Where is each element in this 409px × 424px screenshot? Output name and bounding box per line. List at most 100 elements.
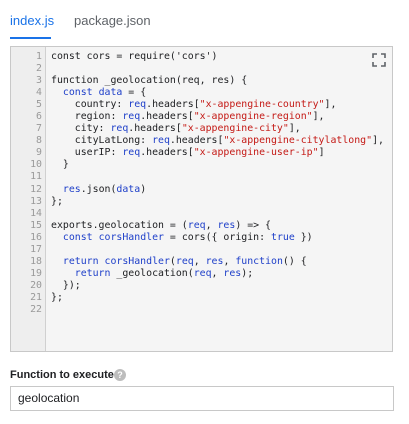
code-token: req (175, 255, 194, 267)
code-token: country: (51, 99, 129, 111)
line-number: 3 (36, 75, 42, 87)
code-token: }; (51, 291, 63, 303)
code-token: = cors({ origin: (163, 231, 271, 243)
line-number: 9 (36, 147, 42, 159)
code-token: res (223, 267, 242, 279)
code-content[interactable]: 1 const cors = require('cors') 2 3 function … (11, 51, 392, 316)
line-number: 6 (36, 111, 42, 123)
code-token: const cors = require('cors') (51, 51, 218, 62)
code-token: .headers[ (140, 111, 194, 123)
code-token: return (62, 255, 99, 267)
code-token: exports.geolocation = ( (51, 219, 188, 231)
code-line: 18 return corsHandler(req, res, function… (11, 256, 392, 268)
code-line: 4 const data = { (11, 87, 392, 99)
line-number: 8 (36, 135, 42, 147)
code-token: req (122, 147, 141, 159)
code-token: _geolocation( (110, 267, 194, 279)
code-token: ], (324, 99, 337, 111)
code-line: 6 region: req.headers["x-appengine-regio… (11, 111, 392, 123)
function-to-execute-input[interactable]: geolocation (10, 386, 394, 411)
code-line: 22 (11, 304, 392, 316)
code-token: corsHandler (98, 231, 164, 243)
code-text: const data = { (51, 87, 146, 99)
code-token: , (211, 267, 224, 279)
tab-index-js[interactable]: index.js (10, 13, 54, 28)
code-token: corsHandler (104, 255, 170, 267)
code-token: ], (312, 111, 325, 123)
code-token: "x-appengine-user-ip" (193, 147, 319, 159)
code-token: "x-appengine-city" (181, 123, 289, 135)
code-line: 12 res.json(data) (11, 184, 392, 196)
code-token: const (62, 87, 93, 99)
code-token: city: (51, 123, 111, 135)
active-tab-indicator (10, 37, 51, 39)
line-number: 17 (30, 243, 42, 255)
code-token: ], (288, 123, 301, 135)
line-number: 2 (36, 63, 42, 75)
code-token: "x-appengine-country" (199, 99, 325, 111)
line-number: 16 (30, 231, 42, 243)
code-text: res.json(data) (51, 184, 146, 196)
code-token: .headers[ (169, 135, 224, 147)
line-number: 14 (30, 207, 42, 219)
code-token: } (51, 159, 69, 171)
help-icon[interactable]: ? (114, 369, 126, 381)
code-line: 1 const cors = require('cors') (11, 51, 392, 63)
line-number: 12 (30, 183, 42, 195)
line-number: 18 (30, 255, 42, 267)
code-token: , (223, 255, 236, 267)
code-line: 14 (11, 208, 392, 220)
code-token: ) (140, 183, 147, 195)
code-text: const corsHandler = cors({ origin: true … (51, 232, 313, 244)
line-number: 1 (36, 51, 42, 62)
code-token: cityLatLong: (51, 135, 153, 147)
code-token: res (205, 255, 224, 267)
code-text: }; (51, 196, 63, 208)
code-text: userIP: req.headers["x-appengine-user-ip… (51, 147, 325, 159)
code-line: 3 function _geolocation(req, res) { (11, 75, 392, 87)
line-number: 19 (30, 267, 42, 279)
code-token: region: (51, 111, 123, 123)
fullscreen-icon[interactable] (372, 53, 386, 67)
code-token: true (271, 231, 295, 243)
line-number: 5 (36, 99, 42, 111)
code-token: return (74, 267, 111, 279)
code-token: ], (372, 135, 384, 147)
code-token: .headers[ (146, 99, 200, 111)
code-line: 19 return _geolocation(req, res); (11, 268, 392, 280)
code-text: return _geolocation(req, res); (51, 268, 253, 280)
code-line: 2 (11, 63, 392, 75)
code-text: return corsHandler(req, res, function() … (51, 256, 307, 268)
line-number: 11 (30, 171, 42, 183)
function-to-execute-label: Function to execute (10, 369, 114, 381)
code-editor[interactable]: 1 const cors = require('cors') 2 3 function … (10, 46, 393, 352)
code-token: = { (122, 87, 147, 99)
code-text: country: req.headers["x-appengine-countr… (51, 99, 337, 111)
tab-package-json[interactable]: package.json (74, 13, 151, 28)
code-token: req (152, 135, 170, 147)
code-text: cityLatLong: req.headers["x-appengine-ci… (51, 135, 384, 147)
line-number: 21 (30, 291, 42, 303)
code-text: const cors = require('cors') (51, 51, 217, 63)
line-number: 7 (36, 123, 42, 135)
code-token: data (116, 183, 141, 195)
code-line: 8 cityLatLong: req.headers["x-appengine-… (11, 135, 392, 147)
code-token: req (110, 123, 129, 135)
code-line: 9 userIP: req.headers["x-appengine-user-… (11, 147, 392, 159)
code-text: function _geolocation(req, res) { (51, 75, 247, 87)
line-number: 4 (36, 87, 42, 99)
code-token: function _geolocation(req, res) { (51, 75, 248, 87)
code-text: } (51, 159, 69, 171)
code-line: 21}; (11, 292, 392, 304)
code-token: req (187, 219, 206, 231)
code-token: req (128, 99, 147, 111)
code-line: 7 city: req.headers["x-appengine-city"], (11, 123, 392, 135)
code-token: res (62, 183, 81, 195)
code-token: userIP: (51, 147, 123, 159)
code-text: region: req.headers["x-appengine-region"… (51, 111, 325, 123)
code-token: }; (51, 195, 63, 207)
